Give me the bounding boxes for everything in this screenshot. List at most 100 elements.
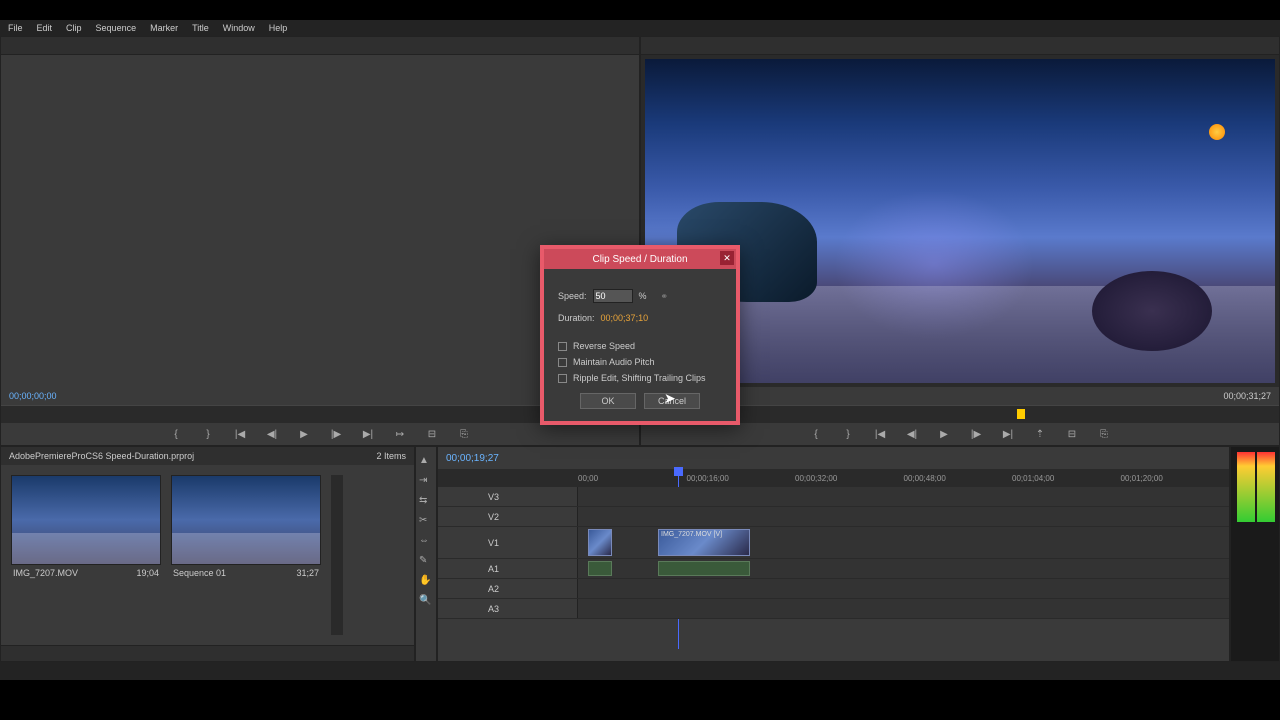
link-icon[interactable]: ⚭ xyxy=(661,291,669,302)
pen-tool-icon[interactable]: ✎ xyxy=(419,555,433,569)
clip-label: IMG_7207.MOV [V] xyxy=(661,531,722,538)
project-panel: AdobePremiereProCS6 Speed-Duration.prpro… xyxy=(0,446,415,662)
ripple-label: Ripple Edit, Shifting Trailing Clips xyxy=(573,373,706,383)
project-item-count: 2 Items xyxy=(376,451,406,461)
menu-bar[interactable]: File Edit Clip Sequence Marker Title Win… xyxy=(0,20,1280,36)
export-frame-icon[interactable]: ⎘ xyxy=(457,427,471,441)
duration-value[interactable]: 00;00;37;10 xyxy=(601,313,649,323)
timeline-playhead-time[interactable]: 00;00;19;27 xyxy=(446,453,499,464)
audio-meters xyxy=(1230,446,1280,662)
extract-icon[interactable]: ⊟ xyxy=(1065,427,1079,441)
timeline-audio-clip[interactable] xyxy=(588,561,612,576)
program-tabs[interactable] xyxy=(641,37,1279,55)
track-select-tool-icon[interactable]: ⇥ xyxy=(419,475,433,489)
menu-window[interactable]: Window xyxy=(223,23,255,33)
selection-tool-icon[interactable]: ▲ xyxy=(419,455,433,469)
reverse-checkbox[interactable] xyxy=(558,342,567,351)
razor-tool-icon[interactable]: ✂ xyxy=(419,515,433,529)
cancel-button[interactable]: Cancel xyxy=(644,393,700,409)
track-head-v2[interactable]: V2 xyxy=(438,507,578,526)
speed-percent: % xyxy=(639,291,647,301)
play-icon[interactable]: ▶ xyxy=(937,427,951,441)
track-v3[interactable] xyxy=(578,487,1229,506)
insert-icon[interactable]: ↦ xyxy=(393,427,407,441)
ruler-tick: 00;01;04;00 xyxy=(1012,474,1121,483)
ripple-checkbox[interactable] xyxy=(558,374,567,383)
goto-out-icon[interactable]: ▶| xyxy=(361,427,375,441)
program-timecode-right: 00;00;31;27 xyxy=(1223,391,1271,401)
source-tabs[interactable] xyxy=(1,37,639,55)
ruler-tick: 00;00;48;00 xyxy=(904,474,1013,483)
ruler-tick: 00;00;32;00 xyxy=(795,474,904,483)
clip-speed-dialog: Clip Speed / Duration ✕ Speed: % ⚭ Durat… xyxy=(540,245,740,425)
timeline-panel: 00;00;19;27 00;00 00;00;16;00 00;00;32;0… xyxy=(437,446,1230,662)
bin-item[interactable]: Sequence 01 31;27 xyxy=(171,475,321,635)
mark-out-icon[interactable]: } xyxy=(201,427,215,441)
ripple-tool-icon[interactable]: ⇆ xyxy=(419,495,433,509)
mark-out-icon[interactable]: } xyxy=(841,427,855,441)
ruler-tick: 00;00 xyxy=(578,474,687,483)
track-a1[interactable] xyxy=(578,559,1229,578)
close-icon[interactable]: ✕ xyxy=(720,251,734,265)
timeline-clip[interactable]: IMG_7207.MOV [V] xyxy=(658,529,750,556)
maintain-pitch-checkbox[interactable] xyxy=(558,358,567,367)
maintain-pitch-label: Maintain Audio Pitch xyxy=(573,357,655,367)
tools-panel: ▲ ⇥ ⇆ ✂ ⇔ ✎ ✋ 🔍 xyxy=(415,446,437,662)
track-a3[interactable] xyxy=(578,599,1229,618)
mark-in-icon[interactable]: { xyxy=(169,427,183,441)
export-frame-icon[interactable]: ⎘ xyxy=(1097,427,1111,441)
bin-scrollbar[interactable] xyxy=(331,475,343,635)
program-transport: { } |◀ ◀| ▶ |▶ ▶| ⇡ ⊟ ⎘ xyxy=(641,423,1279,445)
goto-out-icon[interactable]: ▶| xyxy=(1001,427,1015,441)
goto-in-icon[interactable]: |◀ xyxy=(233,427,247,441)
timeline-ruler[interactable]: 00;00 00;00;16;00 00;00;32;00 00;00;48;0… xyxy=(438,469,1229,487)
track-head-v3[interactable]: V3 xyxy=(438,487,578,506)
duration-label: Duration: xyxy=(558,313,595,323)
bin-item-label: IMG_7207.MOV xyxy=(13,568,78,578)
ruler-tick: 00;01;20;00 xyxy=(1121,474,1230,483)
track-v2[interactable] xyxy=(578,507,1229,526)
reverse-label: Reverse Speed xyxy=(573,341,635,351)
hand-tool-icon[interactable]: ✋ xyxy=(419,575,433,589)
zoom-tool-icon[interactable]: 🔍 xyxy=(419,595,433,609)
bin-item-duration: 19;04 xyxy=(136,568,159,578)
menu-edit[interactable]: Edit xyxy=(37,23,53,33)
menu-file[interactable]: File xyxy=(8,23,23,33)
bin-item-duration: 31;27 xyxy=(296,568,319,578)
speed-input[interactable] xyxy=(593,289,633,303)
timeline-clip[interactable] xyxy=(588,529,612,556)
track-a2[interactable] xyxy=(578,579,1229,598)
play-icon[interactable]: ▶ xyxy=(297,427,311,441)
bin-item[interactable]: IMG_7207.MOV 19;04 xyxy=(11,475,161,635)
source-timecode[interactable]: 00;00;00;00 xyxy=(9,391,57,401)
menu-sequence[interactable]: Sequence xyxy=(96,23,137,33)
dialog-titlebar[interactable]: Clip Speed / Duration ✕ xyxy=(544,249,736,269)
track-head-a2[interactable]: A2 xyxy=(438,579,578,598)
menu-clip[interactable]: Clip xyxy=(66,23,82,33)
ruler-tick: 00;00;16;00 xyxy=(687,474,796,483)
track-v1[interactable]: IMG_7207.MOV [V] xyxy=(578,527,1229,558)
project-footer[interactable] xyxy=(1,645,414,661)
menu-help[interactable]: Help xyxy=(269,23,288,33)
menu-title[interactable]: Title xyxy=(192,23,209,33)
dialog-title-text: Clip Speed / Duration xyxy=(592,254,687,265)
project-name: AdobePremiereProCS6 Speed-Duration.prpro… xyxy=(9,451,194,461)
speed-label: Speed: xyxy=(558,291,587,301)
step-fwd-icon[interactable]: |▶ xyxy=(969,427,983,441)
track-head-a1[interactable]: A1 xyxy=(438,559,578,578)
step-fwd-icon[interactable]: |▶ xyxy=(329,427,343,441)
bin-item-label: Sequence 01 xyxy=(173,568,226,578)
lift-icon[interactable]: ⇡ xyxy=(1033,427,1047,441)
track-head-v1[interactable]: V1 xyxy=(438,527,578,558)
timeline-audio-clip[interactable] xyxy=(658,561,750,576)
source-transport: { } |◀ ◀| ▶ |▶ ▶| ↦ ⊟ ⎘ xyxy=(1,423,639,445)
goto-in-icon[interactable]: |◀ xyxy=(873,427,887,441)
step-back-icon[interactable]: ◀| xyxy=(905,427,919,441)
overwrite-icon[interactable]: ⊟ xyxy=(425,427,439,441)
mark-in-icon[interactable]: { xyxy=(809,427,823,441)
ok-button[interactable]: OK xyxy=(580,393,636,409)
track-head-a3[interactable]: A3 xyxy=(438,599,578,618)
menu-marker[interactable]: Marker xyxy=(150,23,178,33)
slip-tool-icon[interactable]: ⇔ xyxy=(419,535,433,549)
step-back-icon[interactable]: ◀| xyxy=(265,427,279,441)
